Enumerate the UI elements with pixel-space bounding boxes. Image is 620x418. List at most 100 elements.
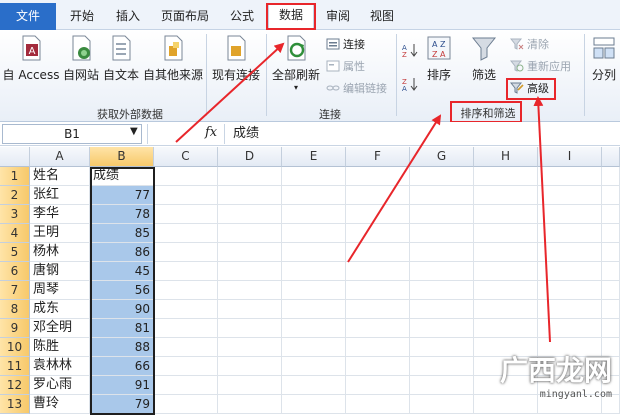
- cell-name[interactable]: 罗心雨: [30, 376, 90, 395]
- empty-cell[interactable]: [602, 319, 620, 338]
- empty-cell[interactable]: [602, 243, 620, 262]
- empty-cell[interactable]: [538, 243, 602, 262]
- empty-cell[interactable]: [218, 262, 282, 281]
- cell-name[interactable]: 曹玲: [30, 395, 90, 414]
- from-access-button[interactable]: A 自 Access: [2, 34, 60, 83]
- column-header-f[interactable]: F: [346, 147, 410, 167]
- empty-cell[interactable]: [538, 167, 602, 186]
- empty-cell[interactable]: [602, 300, 620, 319]
- column-header-i[interactable]: I: [538, 147, 602, 167]
- empty-cell[interactable]: [346, 357, 410, 376]
- empty-cell[interactable]: [282, 376, 346, 395]
- row-header[interactable]: 9: [0, 319, 30, 338]
- tab-file[interactable]: 文件: [0, 3, 56, 30]
- empty-cell[interactable]: [154, 395, 218, 414]
- empty-cell[interactable]: [410, 205, 474, 224]
- empty-cell[interactable]: [154, 186, 218, 205]
- empty-cell[interactable]: [410, 319, 474, 338]
- empty-cell[interactable]: [602, 167, 620, 186]
- empty-cell[interactable]: [346, 376, 410, 395]
- empty-cell[interactable]: [602, 262, 620, 281]
- empty-cell[interactable]: [538, 262, 602, 281]
- empty-cell[interactable]: [474, 205, 538, 224]
- cell-name[interactable]: 成东: [30, 300, 90, 319]
- cell-name[interactable]: 杨林: [30, 243, 90, 262]
- cell-name[interactable]: 邓全明: [30, 319, 90, 338]
- clear-button[interactable]: 清除: [510, 36, 549, 54]
- sort-button[interactable]: A ZZ A 排序: [422, 34, 456, 83]
- row-header[interactable]: 7: [0, 281, 30, 300]
- empty-cell[interactable]: [474, 167, 538, 186]
- tab-insert[interactable]: 插入: [108, 5, 148, 27]
- empty-cell[interactable]: [218, 300, 282, 319]
- empty-cell[interactable]: [346, 338, 410, 357]
- empty-cell[interactable]: [154, 262, 218, 281]
- empty-cell[interactable]: [474, 186, 538, 205]
- empty-cell[interactable]: [282, 338, 346, 357]
- empty-cell[interactable]: [282, 167, 346, 186]
- edit-links-button[interactable]: 编辑链接: [326, 80, 387, 98]
- row-header[interactable]: 2: [0, 186, 30, 205]
- empty-cell[interactable]: [154, 376, 218, 395]
- tab-page-layout[interactable]: 页面布局: [154, 5, 216, 27]
- name-box[interactable]: B1: [2, 124, 142, 144]
- empty-cell[interactable]: [282, 319, 346, 338]
- empty-cell[interactable]: [410, 395, 474, 414]
- cell-name[interactable]: 唐钢: [30, 262, 90, 281]
- empty-cell[interactable]: [218, 395, 282, 414]
- empty-cell[interactable]: [346, 167, 410, 186]
- column-header-e[interactable]: E: [282, 147, 346, 167]
- empty-cell[interactable]: [218, 338, 282, 357]
- text-to-columns-button[interactable]: 分列: [588, 34, 620, 83]
- empty-cell[interactable]: [154, 243, 218, 262]
- empty-cell[interactable]: [410, 281, 474, 300]
- row-header[interactable]: 10: [0, 338, 30, 357]
- empty-cell[interactable]: [474, 300, 538, 319]
- row-header[interactable]: 1: [0, 167, 30, 186]
- row-header[interactable]: 8: [0, 300, 30, 319]
- empty-cell[interactable]: [538, 319, 602, 338]
- empty-cell[interactable]: [410, 167, 474, 186]
- column-header-a[interactable]: A: [30, 147, 90, 167]
- empty-cell[interactable]: [346, 186, 410, 205]
- empty-cell[interactable]: [154, 357, 218, 376]
- cell-name[interactable]: 陈胜: [30, 338, 90, 357]
- empty-cell[interactable]: [154, 338, 218, 357]
- sort-descending-button[interactable]: ZA: [402, 76, 418, 94]
- empty-cell[interactable]: [410, 262, 474, 281]
- row-header[interactable]: 5: [0, 243, 30, 262]
- empty-cell[interactable]: [346, 243, 410, 262]
- empty-cell[interactable]: [602, 205, 620, 224]
- empty-cell[interactable]: [346, 262, 410, 281]
- empty-cell[interactable]: [474, 281, 538, 300]
- properties-button[interactable]: 属性: [326, 58, 365, 76]
- empty-cell[interactable]: [154, 319, 218, 338]
- empty-cell[interactable]: [602, 186, 620, 205]
- empty-cell[interactable]: [410, 376, 474, 395]
- row-header[interactable]: 4: [0, 224, 30, 243]
- from-text-button[interactable]: 自文本: [102, 34, 140, 83]
- empty-cell[interactable]: [474, 262, 538, 281]
- empty-cell[interactable]: [282, 205, 346, 224]
- cell-name[interactable]: 袁林林: [30, 357, 90, 376]
- cell-name[interactable]: 王明: [30, 224, 90, 243]
- empty-cell[interactable]: [474, 243, 538, 262]
- select-all-corner[interactable]: [0, 147, 30, 167]
- empty-cell[interactable]: [218, 186, 282, 205]
- empty-cell[interactable]: [538, 186, 602, 205]
- empty-cell[interactable]: [218, 357, 282, 376]
- refresh-all-button[interactable]: 全部刷新 ▾: [270, 34, 322, 93]
- cell-name[interactable]: 李华: [30, 205, 90, 224]
- empty-cell[interactable]: [410, 186, 474, 205]
- row-header[interactable]: 12: [0, 376, 30, 395]
- column-header-c[interactable]: C: [154, 147, 218, 167]
- empty-cell[interactable]: [154, 224, 218, 243]
- empty-cell[interactable]: [282, 262, 346, 281]
- from-web-button[interactable]: 自网站: [62, 34, 100, 83]
- column-header-b[interactable]: B: [90, 147, 154, 167]
- empty-cell[interactable]: [346, 395, 410, 414]
- empty-cell[interactable]: [538, 281, 602, 300]
- from-other-sources-button[interactable]: 自其他来源: [142, 34, 204, 83]
- empty-cell[interactable]: [538, 205, 602, 224]
- empty-cell[interactable]: [410, 300, 474, 319]
